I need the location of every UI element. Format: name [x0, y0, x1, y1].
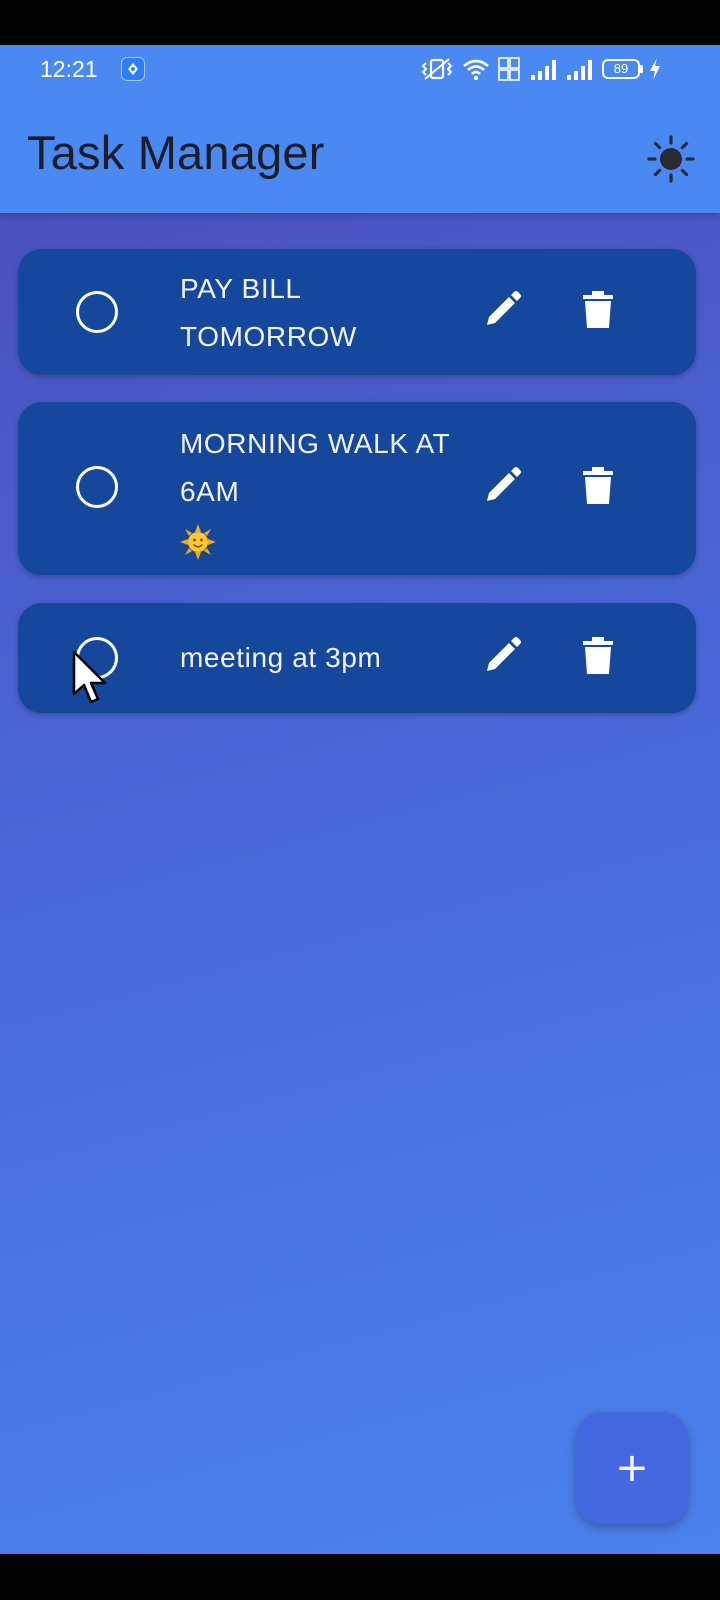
top-bezel [0, 0, 720, 45]
task-title-text: MORNING WALK AT 6AM [180, 428, 450, 507]
add-icon: + [615, 1445, 649, 1491]
pencil-icon [482, 466, 522, 511]
edit-task-button[interactable] [478, 288, 526, 336]
task-title: meeting at 3pm [180, 642, 382, 673]
task-card: meeting at 3pm [18, 603, 696, 713]
mouse-cursor-icon [72, 650, 107, 704]
trash-icon [580, 466, 616, 511]
task-card: PAY BILL TOMORROW [18, 249, 696, 375]
add-task-button[interactable]: + [576, 1412, 688, 1524]
edit-task-button[interactable] [478, 464, 526, 512]
battery-level: 89 [613, 61, 629, 76]
status-time: 12:21 [40, 56, 98, 82]
trash-icon [580, 290, 616, 335]
battery-icon: 89 [602, 58, 644, 80]
delete-task-button[interactable] [574, 464, 622, 512]
sun-icon [647, 134, 695, 188]
app-notification-icon [121, 57, 145, 81]
signal-1-icon [530, 57, 558, 81]
status-icons: 89 [420, 55, 662, 83]
delete-task-button[interactable] [574, 288, 622, 336]
volte-icon [498, 56, 520, 82]
pencil-icon [482, 636, 522, 681]
sun-face-emoji [180, 523, 216, 560]
task-title: PAY BILL TOMORROW [180, 273, 357, 352]
task-complete-checkbox[interactable] [76, 466, 118, 508]
vibrate-icon [420, 56, 454, 82]
pencil-icon [482, 290, 522, 335]
app-screen: 12:21 89 Task Manager PAY BILL TOMORROW … [0, 45, 720, 1554]
bottom-bezel [0, 1554, 720, 1600]
task-complete-checkbox[interactable] [76, 291, 118, 333]
trash-icon [580, 636, 616, 681]
status-bar: 12:21 89 [0, 45, 720, 93]
signal-2-icon [566, 57, 594, 81]
app-bar: 12:21 89 Task Manager [0, 45, 720, 213]
page-title: Task Manager [27, 126, 325, 179]
edit-task-button[interactable] [478, 634, 526, 682]
delete-task-button[interactable] [574, 634, 622, 682]
theme-toggle-button[interactable] [645, 134, 697, 188]
charging-icon [648, 57, 662, 81]
task-card: MORNING WALK AT 6AM [18, 402, 696, 575]
task-title: MORNING WALK AT 6AM [180, 420, 450, 564]
wifi-icon [462, 57, 490, 81]
